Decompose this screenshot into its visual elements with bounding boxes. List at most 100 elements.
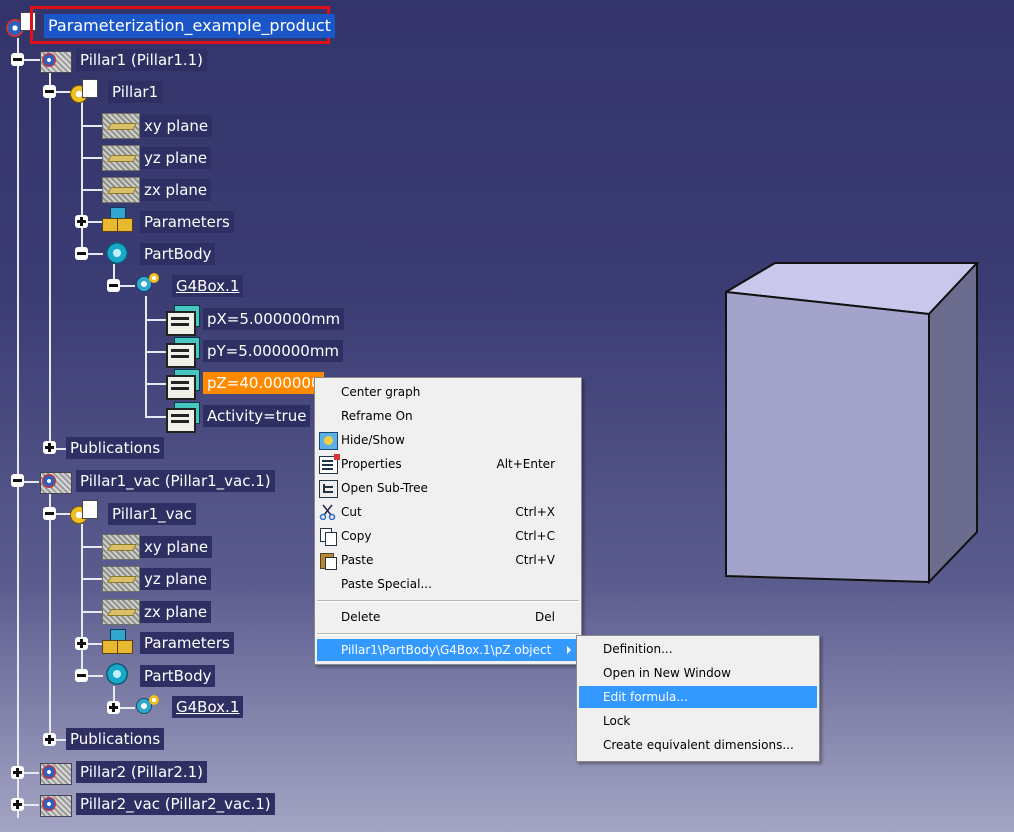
product-icon bbox=[38, 468, 72, 494]
parameter-value-icon bbox=[166, 305, 200, 336]
menu-item-open-subtree[interactable]: Open Sub-Tree bbox=[317, 477, 579, 499]
menu-separator bbox=[317, 633, 579, 635]
parameter-value-icon bbox=[166, 402, 200, 433]
expand-toggle[interactable] bbox=[75, 215, 88, 228]
menu-label: Open Sub-Tree bbox=[341, 481, 428, 495]
tree-item-partbody-2[interactable]: PartBody bbox=[140, 665, 216, 687]
parameter-value-icon bbox=[166, 337, 200, 368]
tree-item-pz-selected[interactable]: pZ=40.000000 bbox=[203, 372, 325, 394]
collapse-toggle[interactable] bbox=[107, 279, 120, 292]
copy-icon bbox=[319, 528, 337, 546]
tree-item-pillar1-vac-part[interactable]: Pillar1_vac bbox=[108, 503, 196, 525]
partbody-icon bbox=[102, 240, 132, 266]
collapse-toggle[interactable] bbox=[11, 474, 24, 487]
tree-item-pillar1-part[interactable]: Pillar1 bbox=[108, 81, 163, 103]
menu-item-paste-special[interactable]: Paste Special... bbox=[317, 573, 579, 595]
menu-item-reframe-on[interactable]: Reframe On bbox=[317, 405, 579, 427]
expand-toggle[interactable] bbox=[11, 798, 24, 811]
plane-icon bbox=[102, 145, 140, 171]
expand-toggle[interactable] bbox=[75, 637, 88, 650]
expand-toggle[interactable] bbox=[107, 701, 120, 714]
menu-label: Copy bbox=[341, 529, 372, 543]
menu-label: Paste bbox=[341, 553, 374, 567]
tree-item-px[interactable]: pX=5.000000mm bbox=[203, 308, 345, 330]
collapse-toggle[interactable] bbox=[75, 247, 88, 260]
box-side-face bbox=[928, 262, 978, 584]
submenu-arrow-icon bbox=[567, 646, 571, 654]
tree-item-yz-plane[interactable]: yz plane bbox=[140, 147, 212, 169]
tree-item-publications[interactable]: Publications bbox=[66, 437, 165, 459]
plane-icon bbox=[102, 113, 140, 139]
collapse-toggle[interactable] bbox=[75, 669, 88, 682]
tree-item-pillar1[interactable]: Pillar1 (Pillar1.1) bbox=[76, 49, 208, 71]
product-icon bbox=[38, 47, 72, 73]
collapse-toggle[interactable] bbox=[11, 53, 24, 66]
menu-item-paste[interactable]: Paste Ctrl+V bbox=[317, 549, 579, 571]
menu-shortcut: Ctrl+C bbox=[515, 529, 555, 543]
menu-label: Properties bbox=[341, 457, 402, 471]
menu-item-cut[interactable]: Cut Ctrl+X bbox=[317, 501, 579, 523]
menu-shortcut: Ctrl+V bbox=[515, 553, 555, 567]
menu-item-properties[interactable]: Properties Alt+Enter bbox=[317, 453, 579, 475]
tree-item-zx-plane-2[interactable]: zx plane bbox=[140, 601, 212, 623]
tree-item-xy-plane-2[interactable]: xy plane bbox=[140, 536, 213, 558]
product-icon bbox=[38, 759, 72, 785]
tree-root-label[interactable]: Parameterization_example_product bbox=[44, 14, 335, 38]
3d-box-geometry[interactable] bbox=[725, 262, 979, 584]
tree-item-activity[interactable]: Activity=true bbox=[203, 405, 311, 427]
tree-item-parameters-2[interactable]: Parameters bbox=[140, 632, 234, 654]
menu-item-copy[interactable]: Copy Ctrl+C bbox=[317, 525, 579, 547]
tree-item-parameters[interactable]: Parameters bbox=[140, 211, 234, 233]
tree-item-partbody[interactable]: PartBody bbox=[140, 243, 216, 265]
menu-item-object-submenu[interactable]: Pillar1\PartBody\G4Box.1\pZ object bbox=[317, 639, 579, 661]
menu-item-hide-show[interactable]: Hide/Show bbox=[317, 429, 579, 451]
tree-item-pillar2[interactable]: Pillar2 (Pillar2.1) bbox=[76, 761, 208, 783]
menu-item-lock[interactable]: Lock bbox=[579, 710, 817, 732]
tree-item-zx-plane[interactable]: zx plane bbox=[140, 179, 212, 201]
subtree-icon bbox=[319, 480, 338, 498]
menu-item-delete[interactable]: Delete Del bbox=[317, 606, 579, 628]
menu-item-definition[interactable]: Definition... bbox=[579, 638, 817, 660]
collapse-toggle[interactable] bbox=[43, 85, 56, 98]
menu-label: Edit formula... bbox=[603, 690, 688, 704]
tree-item-pillar2-vac[interactable]: Pillar2_vac (Pillar2_vac.1) bbox=[76, 793, 275, 815]
menu-label: Open in New Window bbox=[603, 666, 731, 680]
expand-toggle[interactable] bbox=[43, 733, 56, 746]
box-front-face bbox=[725, 290, 930, 584]
plane-icon bbox=[102, 599, 140, 625]
tree-item-xy-plane[interactable]: xy plane bbox=[140, 115, 213, 137]
menu-label: Lock bbox=[603, 714, 631, 728]
paste-icon bbox=[319, 552, 337, 570]
menu-label: Cut bbox=[341, 505, 362, 519]
hide-show-icon bbox=[319, 432, 338, 450]
expand-toggle[interactable] bbox=[43, 441, 56, 454]
menu-item-edit-formula[interactable]: Edit formula... bbox=[579, 686, 817, 708]
menu-label: Hide/Show bbox=[341, 433, 405, 447]
menu-shortcut: Del bbox=[535, 610, 555, 624]
menu-label: Reframe On bbox=[341, 409, 413, 423]
scissors-icon bbox=[319, 504, 336, 521]
partbody-icon bbox=[102, 661, 132, 687]
properties-icon bbox=[319, 454, 340, 474]
tree-item-g4box-2[interactable]: G4Box.1 bbox=[172, 696, 244, 718]
parameters-icon bbox=[102, 207, 133, 233]
menu-item-open-new-window[interactable]: Open in New Window bbox=[579, 662, 817, 684]
tree-item-py[interactable]: pY=5.000000mm bbox=[203, 340, 344, 362]
menu-label: Pillar1\PartBody\G4Box.1\pZ object bbox=[341, 643, 552, 657]
menu-item-create-equivalent-dimensions[interactable]: Create equivalent dimensions... bbox=[579, 734, 817, 756]
tree-item-g4box[interactable]: G4Box.1 bbox=[172, 275, 244, 297]
product-icon bbox=[38, 791, 72, 817]
menu-label: Create equivalent dimensions... bbox=[603, 738, 794, 752]
object-submenu: Definition... Open in New Window Edit fo… bbox=[576, 635, 820, 762]
tree-item-publications-2[interactable]: Publications bbox=[66, 728, 165, 750]
menu-label: Paste Special... bbox=[341, 577, 432, 591]
part-icon bbox=[70, 500, 100, 526]
menu-item-center-graph[interactable]: Center graph bbox=[317, 381, 579, 403]
expand-toggle[interactable] bbox=[11, 766, 24, 779]
tree-item-pillar1-vac[interactable]: Pillar1_vac (Pillar1_vac.1) bbox=[76, 470, 275, 492]
menu-shortcut: Alt+Enter bbox=[496, 457, 555, 471]
collapse-toggle[interactable] bbox=[43, 507, 56, 520]
menu-shortcut: Ctrl+X bbox=[515, 505, 555, 519]
tree-item-yz-plane-2[interactable]: yz plane bbox=[140, 568, 212, 590]
menu-label: Definition... bbox=[603, 642, 673, 656]
